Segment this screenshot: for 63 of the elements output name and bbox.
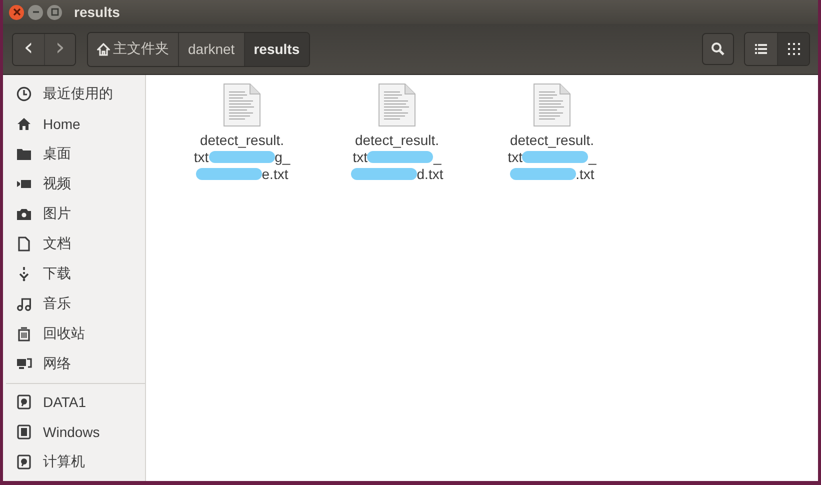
close-button[interactable] [9, 4, 24, 20]
file-name: .txt [576, 166, 594, 182]
home-icon [16, 116, 32, 132]
file-name: txt [508, 148, 522, 164]
redaction-scribble [522, 150, 588, 162]
text-file-icon[interactable] [378, 83, 416, 127]
minimize-icon [32, 8, 40, 16]
window-title: results [74, 4, 120, 20]
breadcrumb-button[interactable]: results [244, 32, 309, 66]
minimize-button[interactable] [28, 4, 43, 20]
file-name: detect_result. [354, 132, 440, 148]
back-button[interactable]: ‹ [13, 34, 44, 64]
network-icon [16, 356, 32, 372]
maximize-icon [50, 8, 58, 16]
file-name: g_ [274, 148, 290, 164]
music-icon [16, 296, 32, 312]
file-name: detect_result. [510, 132, 594, 148]
sidebar-item[interactable]: 文档 [3, 229, 145, 259]
chip-icon [16, 424, 32, 440]
sidebar-item[interactable]: Home [3, 109, 145, 139]
search-button[interactable] [702, 33, 734, 65]
close-icon [12, 8, 20, 16]
maximize-button[interactable] [47, 4, 62, 20]
file-name: _ [433, 148, 442, 164]
drive-icon [16, 454, 32, 470]
sidebar-item[interactable]: 桌面 [3, 139, 145, 169]
breadcrumb-button[interactable]: 主文件夹 [88, 32, 178, 66]
redaction-scribble [350, 168, 417, 180]
sidebar-item[interactable]: 网络 [3, 349, 145, 379]
sidebar-item[interactable]: 最近使用的 [3, 79, 145, 109]
text-file-icon[interactable] [533, 83, 571, 127]
documents-icon [16, 236, 32, 252]
redaction-scribble [196, 168, 262, 180]
grid-icon [788, 43, 800, 55]
redaction-scribble [208, 150, 275, 162]
sidebar-item[interactable]: 视频 [3, 169, 145, 199]
redaction-scribble [367, 150, 434, 162]
sidebar-item[interactable]: 回收站 [3, 319, 145, 349]
sidebar-item[interactable]: DATA1 [3, 387, 145, 417]
sidebar-item[interactable]: 下载 [3, 259, 145, 289]
list-icon [755, 43, 767, 55]
file-name: _ [588, 148, 596, 164]
redaction-scribble [510, 168, 576, 180]
grid-view-button[interactable] [777, 33, 809, 65]
sidebar-item[interactable]: Windows [3, 417, 145, 447]
pictures-icon [16, 206, 32, 222]
file-name: e.txt [262, 166, 288, 182]
sidebar-item[interactable]: 计算机 [3, 447, 145, 477]
sidebar-item[interactable]: 音乐 [3, 289, 145, 319]
text-file-icon[interactable] [223, 83, 261, 127]
home-icon [97, 42, 110, 56]
file-name: d.txt [416, 166, 444, 182]
drive-icon [16, 394, 32, 410]
search-icon [710, 41, 726, 57]
sidebar-item[interactable]: 图片 [3, 199, 145, 229]
desktop-icon [16, 146, 32, 162]
trash-icon [16, 326, 32, 342]
file-name: detect_result. [200, 132, 284, 148]
list-view-button[interactable] [745, 33, 777, 65]
breadcrumb-button[interactable]: darknet [178, 32, 244, 66]
file-name: txt [352, 148, 368, 164]
recent-icon [16, 86, 32, 102]
file-name: txt [194, 148, 209, 164]
